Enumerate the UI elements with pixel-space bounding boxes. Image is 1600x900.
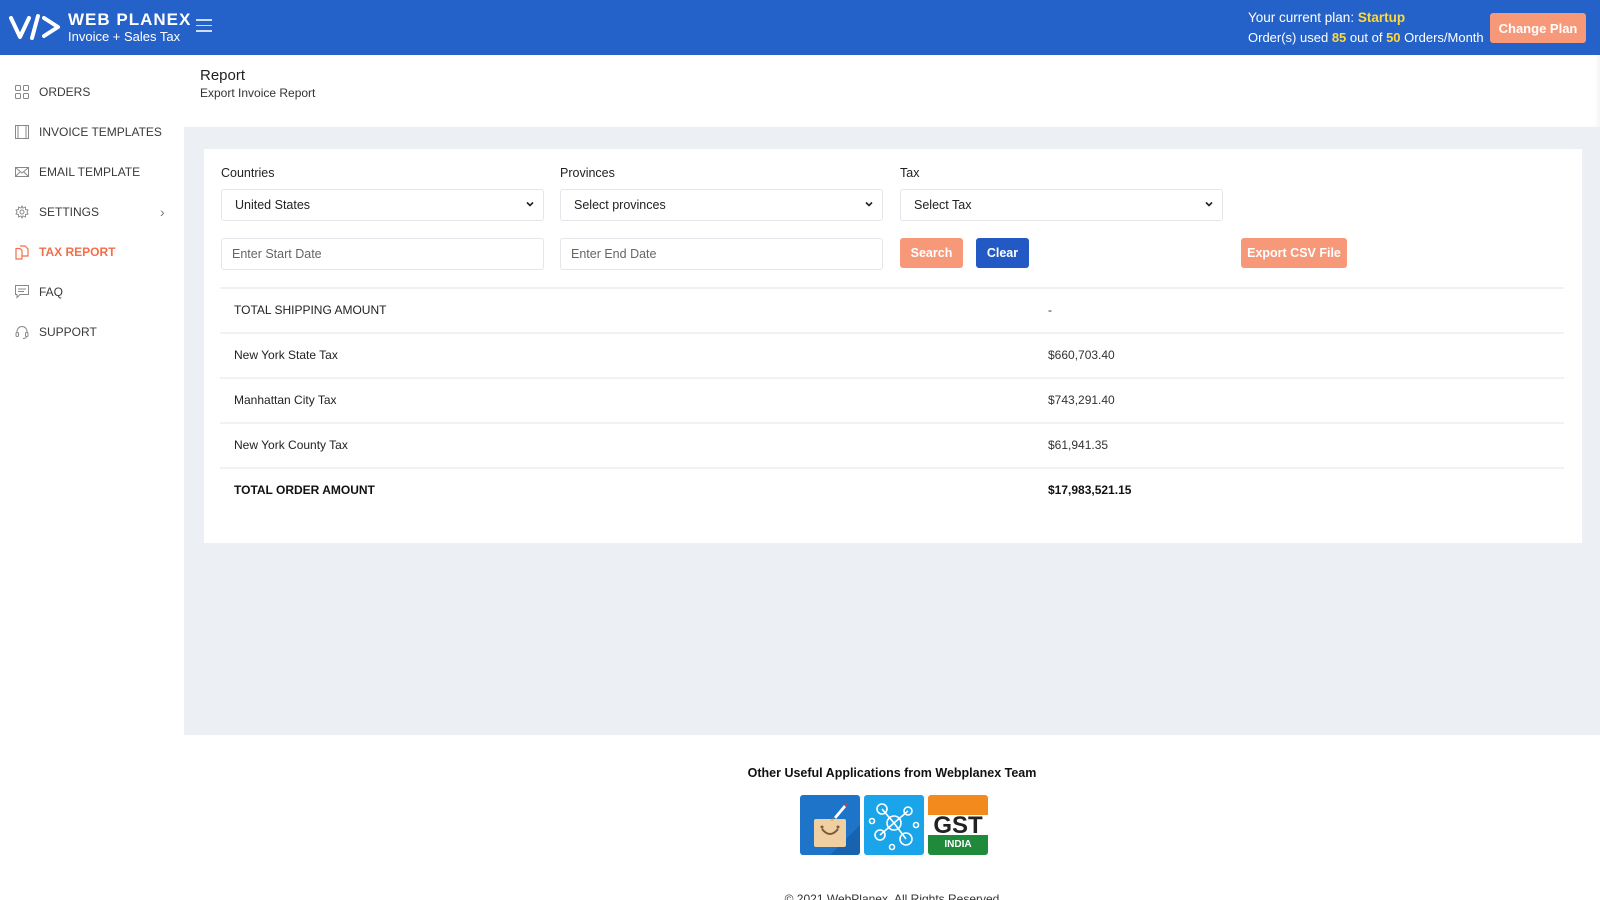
countries-select-value: United States [235,198,311,212]
sidebar-item-label: SUPPORT [39,325,97,339]
sidebar-item-label: EMAIL TEMPLATE [39,165,141,179]
sidebar-item-settings[interactable]: SETTINGS › [0,198,184,226]
row-label: Manhattan City Tax [234,393,337,407]
row-label: TOTAL ORDER AMOUNT [234,483,375,497]
row-value: $660,703.40 [1048,348,1115,362]
sidebar-item-label: FAQ [39,285,64,299]
apps-list: GST INDIA [800,795,988,855]
sidebar-item-support[interactable]: SUPPORT [0,318,184,346]
usage-used: 85 [1331,30,1347,45]
table-row: Manhattan City Tax $743,291.40 [220,377,1564,422]
app-network[interactable] [864,795,924,855]
network-users-icon [864,795,924,855]
provinces-select-value: Select provinces [574,198,666,212]
change-plan-button[interactable]: Change Plan [1490,13,1586,43]
sidebar-item-faq[interactable]: FAQ [0,278,184,306]
plan-name: Startup [1357,10,1406,25]
row-value: $17,983,521.15 [1048,483,1132,497]
usage-suffix: Orders/Month [1404,30,1484,45]
end-date-input[interactable]: Enter End Date [560,238,883,270]
top-bar: WEB PLANEX Invoice + Sales Tax Your curr… [0,0,1600,55]
sidebar: ORDERS INVOICE TEMPLATES EMAIL TEMPLATE … [0,55,184,900]
start-date-placeholder: Enter Start Date [232,247,322,261]
row-value: - [1048,303,1052,317]
sidebar-item-label: ORDERS [39,85,91,99]
chat-icon [14,284,30,300]
page-title: Report [200,67,246,84]
plan-info: Your current plan: Startup Order(s) used… [1248,8,1484,48]
sidebar-item-label: INVOICE TEMPLATES [39,125,162,139]
table-row: New York County Tax $61,941.35 [220,422,1564,467]
chevron-down-icon [865,201,873,207]
provinces-label: Provinces [560,166,615,180]
brand-title: WEB PLANEX [68,10,192,29]
headset-icon [14,324,30,340]
clear-button[interactable]: Clear [976,238,1029,268]
gst-india-icon: GST INDIA [928,795,988,855]
sidebar-item-orders[interactable]: ORDERS [0,78,184,106]
footer-apps-title: Other Useful Applications from Webplanex… [747,766,1037,780]
chevron-right-icon: › [160,204,165,220]
chevron-down-icon [526,201,534,207]
gst-text: GST [933,812,983,839]
tax-select[interactable]: Select Tax [900,189,1223,221]
sidebar-item-tax-report[interactable]: TAX REPORT [0,238,184,266]
plan-prefix: Your current plan: [1248,10,1355,25]
export-csv-button[interactable]: Export CSV File [1241,238,1347,268]
row-value: $61,941.35 [1048,438,1109,452]
start-date-input[interactable]: Enter Start Date [221,238,544,270]
provinces-select[interactable]: Select provinces [560,189,883,221]
search-button[interactable]: Search [900,238,963,268]
logo-mark-icon [9,14,60,40]
row-label: New York State Tax [234,348,338,362]
tax-select-value: Select Tax [914,198,972,212]
countries-select[interactable]: United States [221,189,544,221]
row-label: New York County Tax [234,438,348,452]
grid-icon [14,84,30,100]
page-subtitle: Export Invoice Report [200,86,316,100]
tax-label: Tax [900,166,920,180]
end-date-placeholder: Enter End Date [571,247,657,261]
copyright: © 2021 WebPlanex. All Rights Reserved [784,892,1000,900]
envelope-icon [14,164,30,180]
footer: Other Useful Applications from Webplanex… [184,735,1600,900]
table-row: TOTAL SHIPPING AMOUNT - [220,287,1564,332]
usage-middle: out of [1349,30,1383,45]
row-value: $743,291.40 [1048,393,1115,407]
brand-logo[interactable]: WEB PLANEX Invoice + Sales Tax [8,10,191,44]
app-gst-india[interactable]: GST INDIA [928,795,988,855]
app-shop-rocket[interactable] [800,795,860,855]
table-row-total: TOTAL ORDER AMOUNT $17,983,521.15 [220,467,1564,512]
shopping-bag-rocket-icon [800,795,860,855]
gear-icon [14,204,30,220]
documents-icon [14,244,30,260]
menu-toggle-icon[interactable] [196,19,212,33]
gst-sub-text: INDIA [944,839,971,850]
sidebar-item-label: TAX REPORT [39,245,116,259]
chevron-down-icon [1205,201,1213,207]
sidebar-item-email-template[interactable]: EMAIL TEMPLATE [0,158,184,186]
sidebar-item-label: SETTINGS [39,205,100,219]
usage-limit: 50 [1386,30,1401,45]
page-header: Report Export Invoice Report [184,55,1600,127]
row-label: TOTAL SHIPPING AMOUNT [234,303,387,317]
brand-subtitle: Invoice + Sales Tax [68,29,181,44]
table-row: New York State Tax $660,703.40 [220,332,1564,377]
sidebar-item-invoice-templates[interactable]: INVOICE TEMPLATES [0,118,184,146]
template-icon [14,124,30,140]
countries-label: Countries [221,166,275,180]
usage-prefix: Order(s) used [1248,30,1329,45]
